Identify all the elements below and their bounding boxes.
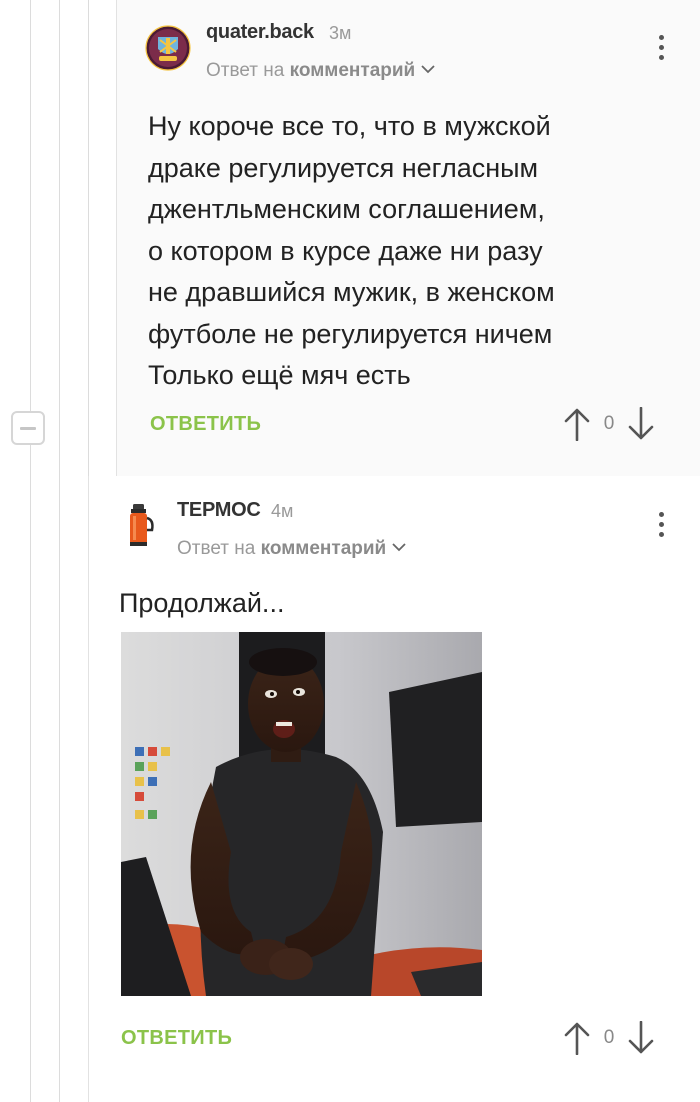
reply-to-prefix: Ответ на [177,538,256,559]
reply-button[interactable]: ОТВЕТИТЬ [150,413,261,436]
rating-count: 0 [603,1027,615,1048]
upvote-arrow-icon[interactable] [563,1021,591,1055]
username[interactable]: quater.back [206,21,314,44]
minus-icon [20,426,36,430]
thread-line [59,0,60,1102]
vote-controls: 0 [563,407,655,441]
chevron-down-icon [421,58,435,80]
downvote-arrow-icon[interactable] [627,1021,655,1055]
reply-to-link[interactable]: комментарий [261,538,387,559]
upvote-arrow-icon[interactable] [563,407,591,441]
comment-body: Продолжай... [119,588,285,618]
club-crest-icon [145,25,191,71]
comment-body: Ну короче все то, что в мужской драке ре… [148,111,555,390]
comment-border [88,476,89,1102]
reply-button[interactable]: ОТВЕТИТЬ [121,1027,232,1050]
comment-border [116,0,117,476]
downvote-arrow-icon[interactable] [627,407,655,441]
avatar[interactable] [145,25,191,71]
rating-count: 0 [603,413,615,434]
avatar[interactable] [116,502,162,548]
timestamp: 4м [271,501,294,521]
collapse-thread-button[interactable] [11,411,45,445]
username[interactable]: ТЕРМОС [177,499,261,522]
thread-line [30,0,31,1102]
more-options-icon[interactable] [656,35,666,60]
reply-to[interactable]: Ответ на комментарий [206,58,435,82]
reply-to-prefix: Ответ на [206,60,285,81]
timestamp: 3м [329,23,352,43]
reply-to-link[interactable]: комментарий [290,60,416,81]
reply-to[interactable]: Ответ на комментарий [177,536,406,560]
chevron-down-icon [392,536,406,558]
thermos-icon [130,504,154,546]
vote-controls: 0 [563,1021,655,1055]
comment-gif-image[interactable] [121,632,482,996]
more-options-icon[interactable] [656,512,666,537]
